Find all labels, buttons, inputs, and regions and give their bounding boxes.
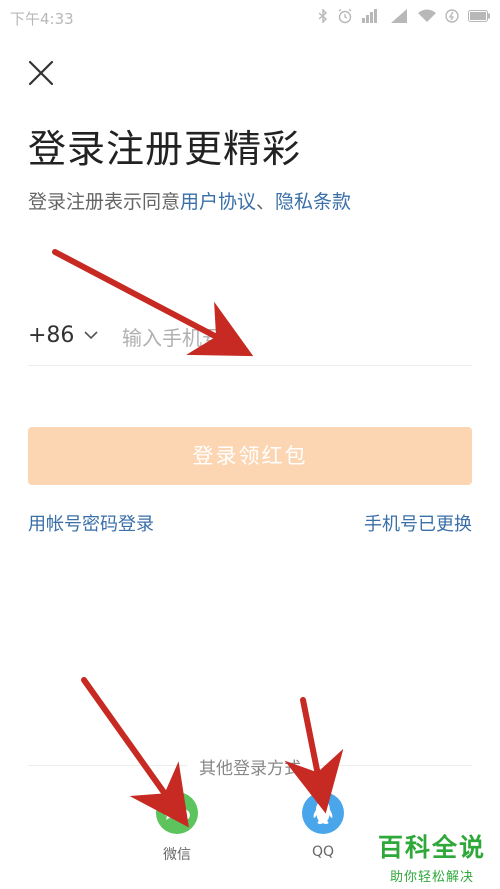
agreement-separator: 、 — [256, 191, 276, 213]
close-button[interactable] — [26, 58, 56, 88]
close-icon — [28, 60, 54, 86]
alarm-icon — [337, 8, 353, 28]
battery-charging-icon — [468, 10, 490, 26]
agreement-text: 登录注册表示同意用户协议、隐私条款 — [28, 187, 351, 214]
country-code-value: +86 — [28, 323, 75, 348]
wechat-icon-circle — [156, 792, 198, 834]
status-time: 下午4:33 — [10, 10, 74, 28]
country-code-selector[interactable]: +86 — [28, 323, 99, 348]
page-title: 登录注册更精彩 — [28, 127, 302, 171]
qq-icon-circle — [302, 792, 344, 834]
watermark-title: 百科全说 — [377, 833, 486, 862]
wechat-label: 微信 — [163, 847, 191, 863]
wechat-icon — [163, 802, 192, 823]
agreement-prefix: 登录注册表示同意 — [28, 191, 181, 213]
login-red-packet-button[interactable]: 登录领红包 — [28, 427, 472, 485]
qq-login-button[interactable]: QQ — [293, 792, 353, 860]
wechat-login-button[interactable]: 微信 — [147, 792, 207, 864]
battery-saver-icon — [445, 9, 459, 27]
signal-4g-icon — [362, 9, 382, 27]
user-agreement-link[interactable]: 用户协议 — [180, 191, 256, 213]
arrow-to-wechat — [81, 677, 189, 828]
watermark-logo: 百科全说 助你轻松解决 — [378, 828, 486, 885]
bluetooth-icon — [318, 8, 328, 27]
privacy-policy-link[interactable]: 隐私条款 — [275, 191, 351, 213]
qq-label: QQ — [311, 844, 335, 860]
phone-number-input[interactable] — [122, 320, 462, 356]
password-login-link[interactable]: 用帐号密码登录 — [28, 510, 154, 536]
other-login-label: 其他登录方式 — [0, 754, 500, 779]
phone-changed-link[interactable]: 手机号已更换 — [364, 510, 472, 536]
watermark-subtitle: 助你轻松解决 — [389, 870, 474, 885]
status-bar: 下午4:33 — [0, 0, 500, 34]
status-icons — [318, 8, 490, 28]
phone-input-row: +86 — [28, 318, 472, 366]
other-login-text: 其他登录方式 — [187, 759, 313, 779]
chevron-down-icon — [84, 331, 99, 340]
qq-icon — [313, 801, 333, 824]
wifi-icon — [418, 9, 436, 27]
signal-icon — [391, 9, 409, 27]
